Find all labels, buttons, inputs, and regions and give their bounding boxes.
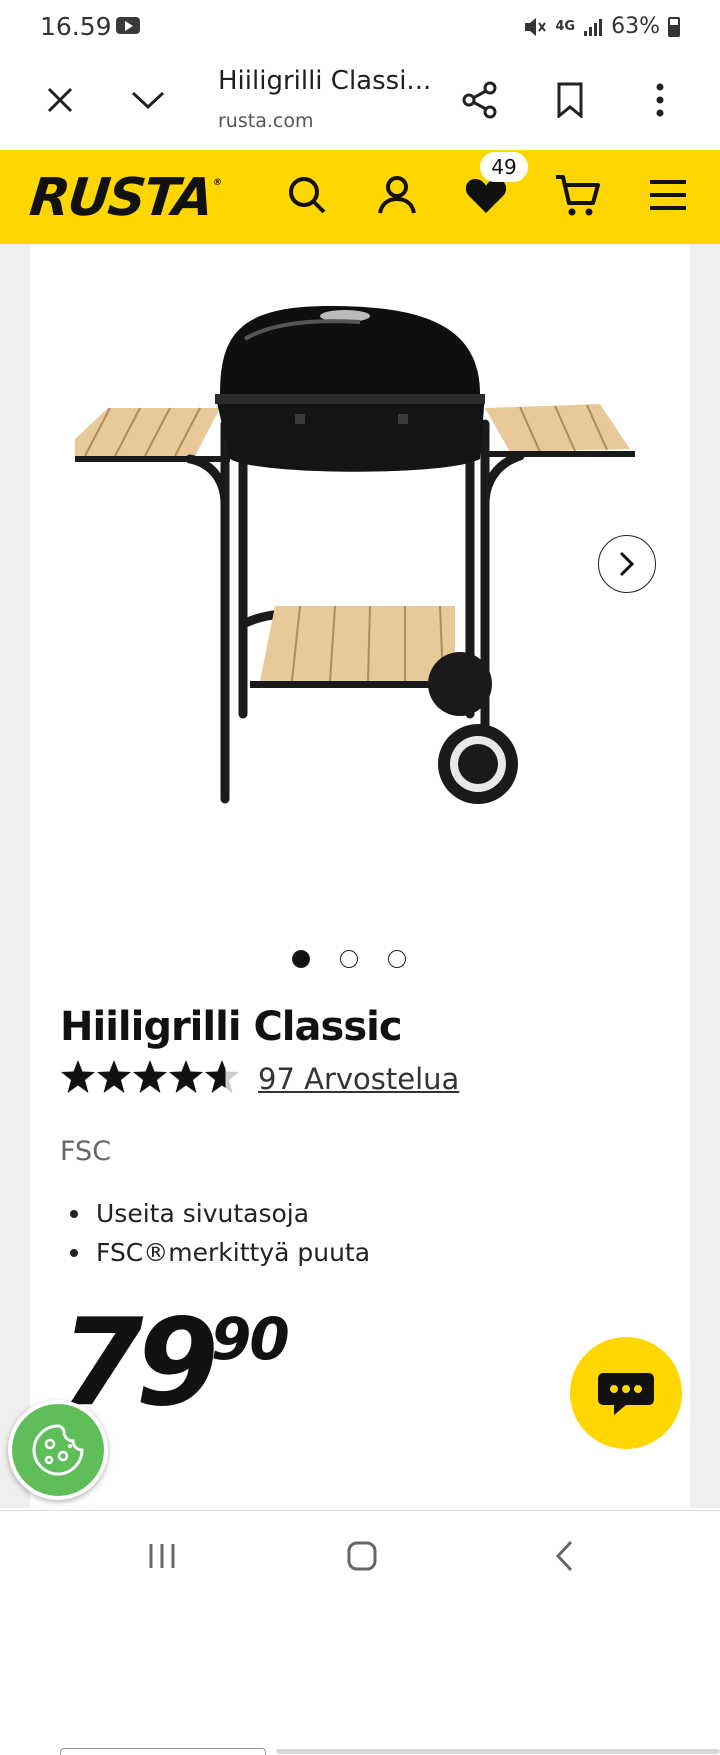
share-button[interactable] [460, 80, 500, 120]
page-title: Hiiligrilli Classi... [218, 66, 432, 96]
minimize-button[interactable] [128, 80, 168, 120]
close-tab-button[interactable] [40, 80, 80, 120]
bookmark-button[interactable] [550, 80, 590, 120]
menu-button[interactable] [643, 170, 693, 220]
chevron-right-icon [619, 551, 635, 577]
price-decimals: 90 [211, 1305, 290, 1373]
logo-text: RUSTA [26, 168, 215, 228]
youtube-notification-icon [116, 17, 140, 34]
status-bar: 16.59 4G 63% [0, 0, 720, 52]
price: 7990 [60, 1304, 290, 1424]
chat-button[interactable] [570, 1337, 682, 1449]
recent-apps-icon [149, 1544, 175, 1568]
close-icon [47, 87, 73, 113]
share-icon [462, 81, 497, 119]
battery-icon [668, 16, 680, 37]
bookmark-icon [557, 82, 583, 118]
cookie-settings-button[interactable] [8, 1400, 108, 1500]
search-icon [289, 177, 326, 214]
wheel-back [428, 652, 492, 716]
gallery-pagination [292, 950, 406, 968]
signal-icon [584, 18, 603, 36]
right-shelf [485, 404, 635, 457]
chevron-down-icon [131, 91, 165, 110]
feature-item: FSC®merkittyä puuta [70, 1233, 370, 1272]
mute-icon [525, 17, 547, 36]
browser-toolbar: Hiiligrilli Classi... rusta.com [0, 52, 720, 151]
back-icon [555, 1540, 573, 1572]
product-title: Hiiligrilli Classic [60, 1004, 403, 1050]
star-icon [61, 1060, 239, 1093]
grill-lid [220, 306, 480, 402]
hamburger-menu-icon [650, 180, 686, 210]
cart-button[interactable] [552, 170, 602, 220]
account-button[interactable] [372, 170, 422, 220]
more-options-button[interactable] [640, 80, 680, 120]
reviews-link[interactable]: 97 Arvostelua [258, 1062, 459, 1096]
gallery-dot-3[interactable] [388, 950, 406, 968]
left-shelf [75, 407, 230, 462]
logo-registered-mark: ® [212, 178, 221, 188]
system-navigation-bar [0, 1510, 720, 1601]
status-time: 16.59 [40, 12, 112, 41]
user-icon [378, 176, 416, 214]
gallery-dot-1[interactable] [292, 950, 310, 968]
feature-list: Useita sivutasoja FSC®merkittyä puuta [70, 1194, 370, 1272]
home-button[interactable] [342, 1536, 382, 1576]
chat-icon [598, 1373, 654, 1415]
add-to-cart-button-edge[interactable] [276, 1749, 720, 1754]
home-icon [347, 1541, 377, 1571]
battery-percent: 63% [611, 14, 660, 39]
status-indicators: 4G 63% [523, 14, 680, 39]
product-image-gallery[interactable] [30, 244, 690, 944]
charcoal-grill-image [75, 306, 635, 804]
cookie-icon [32, 1424, 84, 1476]
page-url[interactable]: rusta.com [218, 110, 313, 132]
gallery-dot-2[interactable] [340, 950, 358, 968]
recent-apps-button[interactable] [142, 1536, 182, 1576]
wishlist-count-badge: 49 [480, 152, 528, 182]
more-vert-icon [656, 83, 664, 117]
product-card: Hiiligrilli Classic 97 Arvostelua FSC Us… [30, 244, 690, 1508]
grill-bowl [215, 394, 485, 472]
feature-item: Useita sivutasoja [70, 1194, 370, 1233]
certification-label: FSC [60, 1136, 112, 1167]
page-background: Hiiligrilli Classic 97 Arvostelua FSC Us… [0, 244, 720, 1755]
rating-stars [60, 1059, 240, 1095]
back-button[interactable] [545, 1536, 585, 1576]
network-type: 4G [555, 19, 576, 34]
site-header: RUSTA® 49 [0, 150, 720, 244]
search-button[interactable] [282, 170, 332, 220]
rusta-logo[interactable]: RUSTA® [27, 168, 222, 228]
cart-icon [556, 175, 600, 216]
gallery-next-button[interactable] [598, 535, 656, 593]
add-to-wishlist-button-edge[interactable] [60, 1748, 266, 1755]
